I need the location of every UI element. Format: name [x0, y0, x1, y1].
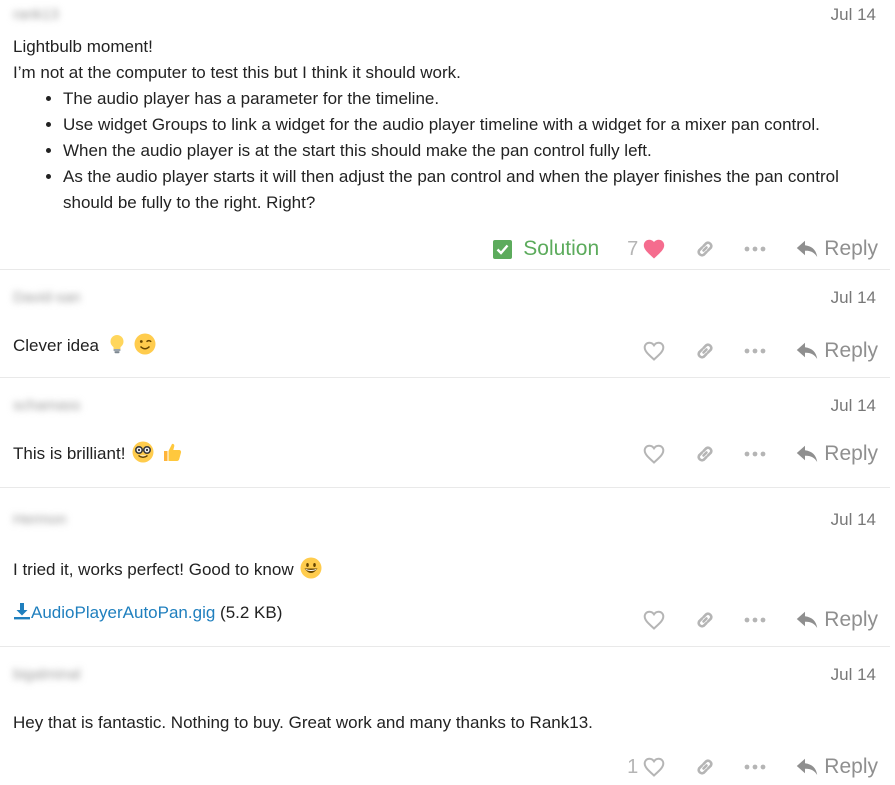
post-date[interactable]: Jul 14: [831, 510, 876, 530]
post-3: schamass Jul 14 This is brilliant! Reply: [0, 377, 890, 488]
copy-link-button[interactable]: [694, 340, 716, 362]
ellipsis-icon: [744, 451, 766, 457]
post-body: Hey that is fantastic. Nothing to buy. G…: [13, 710, 593, 736]
grinning-face-emoji: [300, 557, 322, 579]
post-date[interactable]: Jul 14: [831, 5, 876, 25]
post-actions: Reply: [642, 336, 878, 366]
ellipsis-icon: [744, 617, 766, 623]
post-body: I tried it, works perfect! Good to know: [13, 557, 322, 583]
more-options-button[interactable]: [744, 347, 766, 355]
ellipsis-icon: [744, 246, 766, 252]
post-actions: 1 Reply: [627, 752, 878, 782]
post-actions: Reply: [642, 605, 878, 635]
like-button[interactable]: 1: [627, 756, 666, 779]
post-author[interactable]: rank13: [13, 6, 59, 23]
heart-outline-icon: [643, 610, 665, 630]
post-body: This is brilliant!: [13, 441, 183, 467]
list-item: As the audio player starts it will then …: [63, 164, 873, 216]
attachment-size: (5.2 KB): [220, 603, 283, 622]
post-text: Clever idea: [13, 336, 99, 355]
reply-icon: [797, 445, 818, 462]
reply-button[interactable]: Reply: [796, 755, 878, 779]
reply-icon: [797, 342, 818, 359]
reply-button[interactable]: Reply: [796, 339, 878, 363]
thumbs-up-emoji: [163, 443, 181, 461]
heart-icon: [644, 239, 665, 259]
solution-badge[interactable]: Solution: [493, 237, 599, 261]
post-2: David-san Jul 14 Clever idea Reply: [0, 269, 890, 378]
post-line: I’m not at the computer to test this but…: [13, 63, 461, 82]
checkbox-icon: [493, 239, 513, 259]
link-icon: [697, 241, 713, 257]
like-button[interactable]: [642, 340, 666, 362]
reply-button[interactable]: Reply: [796, 608, 878, 632]
lightbulb-emoji: [110, 335, 124, 354]
more-options-button[interactable]: [744, 450, 766, 458]
attachment-link[interactable]: AudioPlayerAutoPan.gig: [13, 603, 215, 622]
link-icon: [697, 759, 713, 775]
like-count: 7: [627, 237, 639, 260]
like-button[interactable]: 7: [627, 238, 666, 261]
solution-label: Solution: [523, 237, 600, 260]
reply-icon: [797, 240, 818, 257]
reply-button[interactable]: Reply: [796, 442, 878, 466]
post-body: Clever idea: [13, 333, 156, 359]
reply-label: Reply: [824, 237, 878, 260]
attachment-name: AudioPlayerAutoPan.gig: [31, 603, 216, 622]
like-button[interactable]: [642, 443, 666, 465]
copy-link-button[interactable]: [694, 443, 716, 465]
reply-label: Reply: [824, 608, 878, 631]
post-4: Hermon Jul 14 I tried it, works perfect!…: [0, 487, 890, 647]
post-text: Hey that is fantastic. Nothing to buy. G…: [13, 713, 593, 732]
more-options-button[interactable]: [744, 245, 766, 253]
nerd-face-emoji: [132, 441, 154, 463]
winking-face-emoji: [134, 333, 156, 355]
post-text: This is brilliant!: [13, 444, 126, 463]
post-5: bigalminal Jul 14 Hey that is fantastic.…: [0, 646, 890, 785]
heart-outline-icon: [643, 757, 665, 777]
post-author[interactable]: bigalminal: [13, 666, 81, 683]
heart-outline-icon: [643, 341, 665, 361]
post-author[interactable]: David-san: [13, 289, 81, 306]
reply-button[interactable]: Reply: [796, 237, 878, 261]
post-actions: Solution 7 Reply: [493, 234, 878, 264]
list-item: The audio player has a parameter for the…: [63, 86, 873, 112]
more-options-button[interactable]: [744, 763, 766, 771]
post-author[interactable]: schamass: [13, 397, 81, 414]
link-icon: [697, 612, 713, 628]
post-actions: Reply: [642, 439, 878, 469]
post-body: Lightbulb moment! I’m not at the compute…: [13, 34, 873, 216]
reply-label: Reply: [824, 755, 878, 778]
copy-link-button[interactable]: [694, 756, 716, 778]
copy-link-button[interactable]: [694, 609, 716, 631]
list-item: When the audio player is at the start th…: [63, 138, 873, 164]
ellipsis-icon: [744, 764, 766, 770]
reply-icon: [797, 611, 818, 628]
post-author[interactable]: Hermon: [13, 511, 66, 528]
link-icon: [697, 343, 713, 359]
copy-link-button[interactable]: [694, 238, 716, 260]
bullet-list: The audio player has a parameter for the…: [13, 86, 873, 216]
post-line: Lightbulb moment!: [13, 37, 153, 56]
post-date[interactable]: Jul 14: [831, 396, 876, 416]
post-date[interactable]: Jul 14: [831, 288, 876, 308]
post-1: rank13 Jul 14 Lightbulb moment! I’m not …: [0, 0, 890, 270]
post-date[interactable]: Jul 14: [831, 665, 876, 685]
list-item: Use widget Groups to link a widget for t…: [63, 112, 873, 138]
reply-label: Reply: [824, 442, 878, 465]
like-count: 1: [627, 755, 639, 778]
like-button[interactable]: [642, 609, 666, 631]
download-icon: [14, 603, 30, 620]
attachment: AudioPlayerAutoPan.gig (5.2 KB): [13, 602, 282, 623]
more-options-button[interactable]: [744, 616, 766, 624]
link-icon: [697, 446, 713, 462]
heart-outline-icon: [643, 444, 665, 464]
reply-label: Reply: [824, 339, 878, 362]
ellipsis-icon: [744, 348, 766, 354]
post-text: I tried it, works perfect! Good to know: [13, 560, 294, 579]
reply-icon: [797, 758, 818, 775]
